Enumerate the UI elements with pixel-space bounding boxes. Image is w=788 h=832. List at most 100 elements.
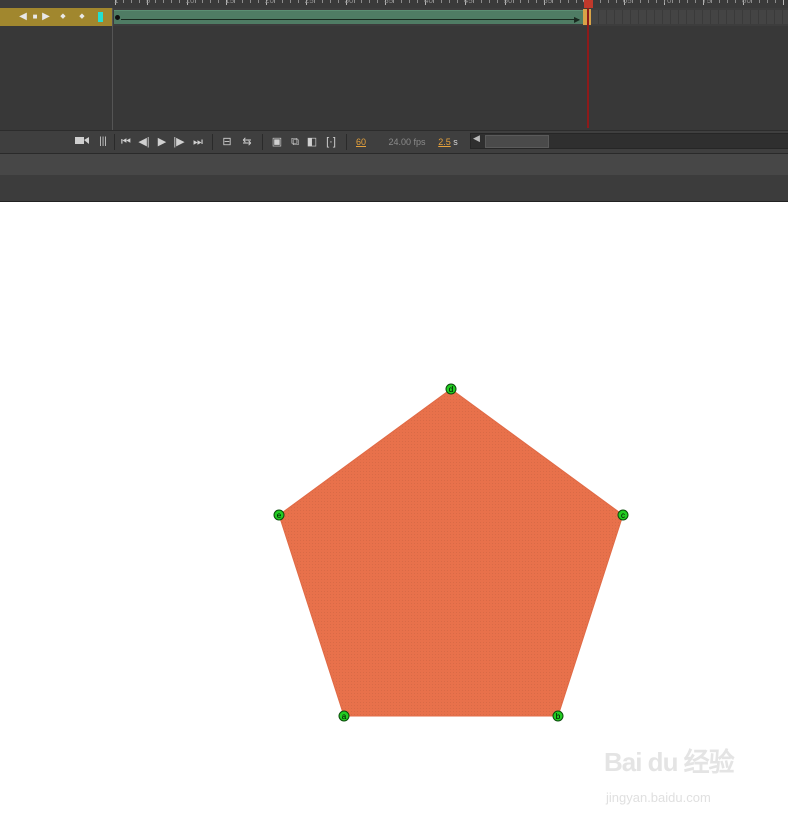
prev-keyframe-icon[interactable]: ◀ xyxy=(18,8,28,26)
watermark: Bai du 经验 jingyan.baidu.com xyxy=(604,742,754,812)
tween-arrow-head-icon: ▶ xyxy=(574,15,581,24)
ruler-tick xyxy=(433,0,434,3)
ruler-tick xyxy=(250,0,252,3)
ruler-tick xyxy=(774,0,776,3)
edit-bar xyxy=(0,175,788,202)
frame-rate-value[interactable]: 24.00 fps xyxy=(386,133,428,151)
ruler-tick xyxy=(440,0,442,3)
ruler-tick xyxy=(727,0,729,3)
ruler-tick xyxy=(448,0,450,3)
ruler-tick xyxy=(361,0,363,3)
shape-hint-d[interactable]: d xyxy=(445,383,457,395)
stage-drawing: d e c a b xyxy=(273,383,629,722)
visibility-dot-icon[interactable]: ◆ xyxy=(58,8,68,26)
ruler-tick xyxy=(576,0,578,3)
ruler-tick xyxy=(417,0,419,3)
ruler-number: 25 xyxy=(304,0,314,5)
onion-markers-icon[interactable]: ◧ xyxy=(305,133,319,151)
edit-multiple-icon[interactable]: ⧉ xyxy=(288,133,302,151)
ruler-tick xyxy=(274,0,275,3)
ruler-number: 5 xyxy=(145,0,151,5)
ruler-tick xyxy=(210,0,212,3)
first-frame-icon[interactable]: ⏮ xyxy=(119,133,133,151)
add-keyframe-icon[interactable]: ■ xyxy=(30,8,40,26)
frame-ruler[interactable]: 15101520253035404550556065707580 xyxy=(113,0,788,8)
panel-separator-bar xyxy=(0,153,788,175)
empty-frame-cells[interactable] xyxy=(591,10,788,24)
lock-dot-icon[interactable]: ◆ xyxy=(77,8,87,26)
ruler-tick xyxy=(170,0,172,3)
layer-color-swatch[interactable] xyxy=(98,12,103,22)
loop-icon[interactable]: ⊟ xyxy=(220,133,234,151)
ruler-tick xyxy=(639,0,641,3)
ruler-tick xyxy=(258,0,260,3)
hint-label-e: e xyxy=(277,511,282,520)
center-frame-icon[interactable]: [·] xyxy=(323,133,339,151)
next-keyframe-icon[interactable]: ▶ xyxy=(41,8,51,26)
motion-tween-span[interactable] xyxy=(114,10,588,24)
onion-skin-icon[interactable]: ||| xyxy=(97,133,109,151)
ruler-tick xyxy=(480,0,482,3)
ruler-tick xyxy=(766,0,768,3)
ruler-tick xyxy=(695,0,697,3)
ruler-tick xyxy=(321,0,323,3)
separator xyxy=(114,134,115,150)
ruler-number: 1 xyxy=(114,0,119,5)
play-icon[interactable]: ▶ xyxy=(155,133,169,151)
ruler-tick xyxy=(401,0,403,3)
shape-hint-b[interactable]: b xyxy=(552,710,564,722)
playhead-marker[interactable] xyxy=(584,0,593,8)
ruler-number: 35 xyxy=(384,0,394,5)
ruler-tick xyxy=(154,0,156,3)
ruler-tick xyxy=(687,0,689,3)
ruler-tick xyxy=(711,0,713,3)
ruler-number: 80 xyxy=(742,0,751,5)
shape-hint-c[interactable]: c xyxy=(617,509,629,521)
shape-hint-a[interactable]: a xyxy=(338,710,350,722)
ruler-tick xyxy=(234,0,236,3)
onion-skin-outline-icon[interactable]: ▣ xyxy=(270,133,284,151)
elapsed-time[interactable]: 2.5 s xyxy=(436,133,460,151)
current-frame-value[interactable]: 60 xyxy=(352,133,370,151)
ruler-tick xyxy=(671,0,673,3)
ruler-number: 20 xyxy=(265,0,274,5)
start-keyframe[interactable] xyxy=(115,15,120,20)
shape-hint-e[interactable]: e xyxy=(273,509,285,521)
prev-frame-icon[interactable]: ◀| xyxy=(137,133,151,151)
ruler-tick xyxy=(655,0,657,3)
layer-divider xyxy=(112,8,113,130)
scrollbar-thumb[interactable] xyxy=(485,135,549,148)
ruler-tick xyxy=(393,0,395,3)
camera-icon[interactable] xyxy=(74,133,90,151)
stage-canvas[interactable]: d e c a b xyxy=(0,202,788,827)
ruler-tick xyxy=(512,0,514,3)
ruler-number: 30 xyxy=(344,0,354,5)
layer-frames-track[interactable]: ▶ xyxy=(113,8,788,26)
ruler-tick xyxy=(122,0,124,3)
ruler-number: 70 xyxy=(662,0,672,5)
ruler-tick xyxy=(202,0,204,3)
separator xyxy=(212,134,213,150)
last-frame-icon[interactable]: ⏭ xyxy=(191,133,205,151)
ruler-number: 15 xyxy=(225,0,235,5)
playhead-line[interactable] xyxy=(587,0,589,128)
ruler-number: 10 xyxy=(185,0,195,5)
elapsed-seconds-value[interactable]: 2.5 xyxy=(438,137,451,147)
ruler-tick xyxy=(599,0,601,3)
ruler-tick xyxy=(297,0,299,3)
ruler-tick xyxy=(488,0,490,3)
pentagon-shape[interactable] xyxy=(278,388,624,717)
ruler-number: 50 xyxy=(503,0,513,5)
ruler-tick xyxy=(377,0,379,3)
layer-row[interactable]: ◀ ■ ▶ ◆ ◆ xyxy=(0,8,113,26)
sync-icon[interactable]: ⇆ xyxy=(239,133,255,151)
ruler-tick xyxy=(409,0,411,3)
ruler-tick xyxy=(568,0,570,3)
timeline-horizontal-scrollbar[interactable]: ◀ xyxy=(470,133,788,149)
ruler-tick xyxy=(735,0,737,3)
watermark-url: jingyan.baidu.com xyxy=(606,790,711,805)
separator xyxy=(262,134,263,150)
next-frame-icon[interactable]: |▶ xyxy=(172,133,186,151)
ruler-number: 65 xyxy=(622,0,632,5)
scroll-left-icon[interactable]: ◀ xyxy=(473,133,480,144)
